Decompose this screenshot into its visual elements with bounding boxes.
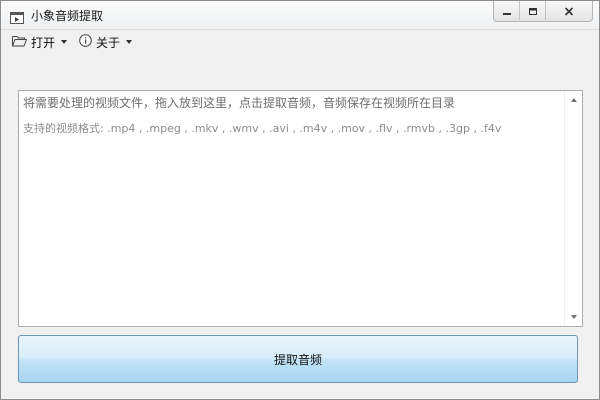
close-icon	[564, 1, 574, 20]
open-menu-label: 打开	[31, 35, 56, 50]
chevron-down-icon	[61, 40, 68, 44]
extract-audio-button[interactable]: 提取音频	[18, 335, 578, 383]
minimize-button[interactable]	[494, 1, 520, 20]
scroll-down-icon[interactable]	[571, 315, 577, 319]
folder-icon	[12, 35, 28, 50]
video-drop-area[interactable]: 将需要处理的视频文件，拖入放到这里，点击提取音频，音频保存在视频所在目录 支持的…	[18, 90, 583, 327]
maximize-button[interactable]	[520, 1, 546, 20]
vertical-scrollbar[interactable]	[564, 91, 582, 326]
minimize-icon	[502, 1, 512, 20]
close-button[interactable]	[546, 1, 592, 20]
window-title: 小象音频提取	[31, 9, 104, 23]
about-menu[interactable]: 关于	[79, 33, 133, 51]
chevron-down-icon	[126, 40, 133, 44]
title-bar[interactable]: 小象音频提取	[1, 1, 599, 30]
drop-hint-text: 将需要处理的视频文件，拖入放到这里，点击提取音频，音频保存在视频所在目录	[23, 96, 456, 110]
maximize-icon	[528, 1, 538, 20]
window-controls	[493, 1, 593, 22]
menu-bar: 打开 关于	[1, 30, 599, 54]
info-icon	[79, 34, 92, 50]
scroll-up-icon[interactable]	[571, 98, 577, 102]
open-menu[interactable]: 打开	[12, 33, 68, 51]
extract-audio-button-label: 提取音频	[273, 352, 322, 367]
app-window-icon	[10, 9, 24, 24]
supported-formats-text: 支持的视频格式: .mp4 , .mpeg , .mkv , .wmv , .a…	[23, 122, 502, 135]
about-menu-label: 关于	[96, 35, 121, 50]
app-window: 小象音频提取 打开 关于 将需要处理的视频文件，拖入放到这里，点击提取音频，音频…	[0, 0, 600, 400]
